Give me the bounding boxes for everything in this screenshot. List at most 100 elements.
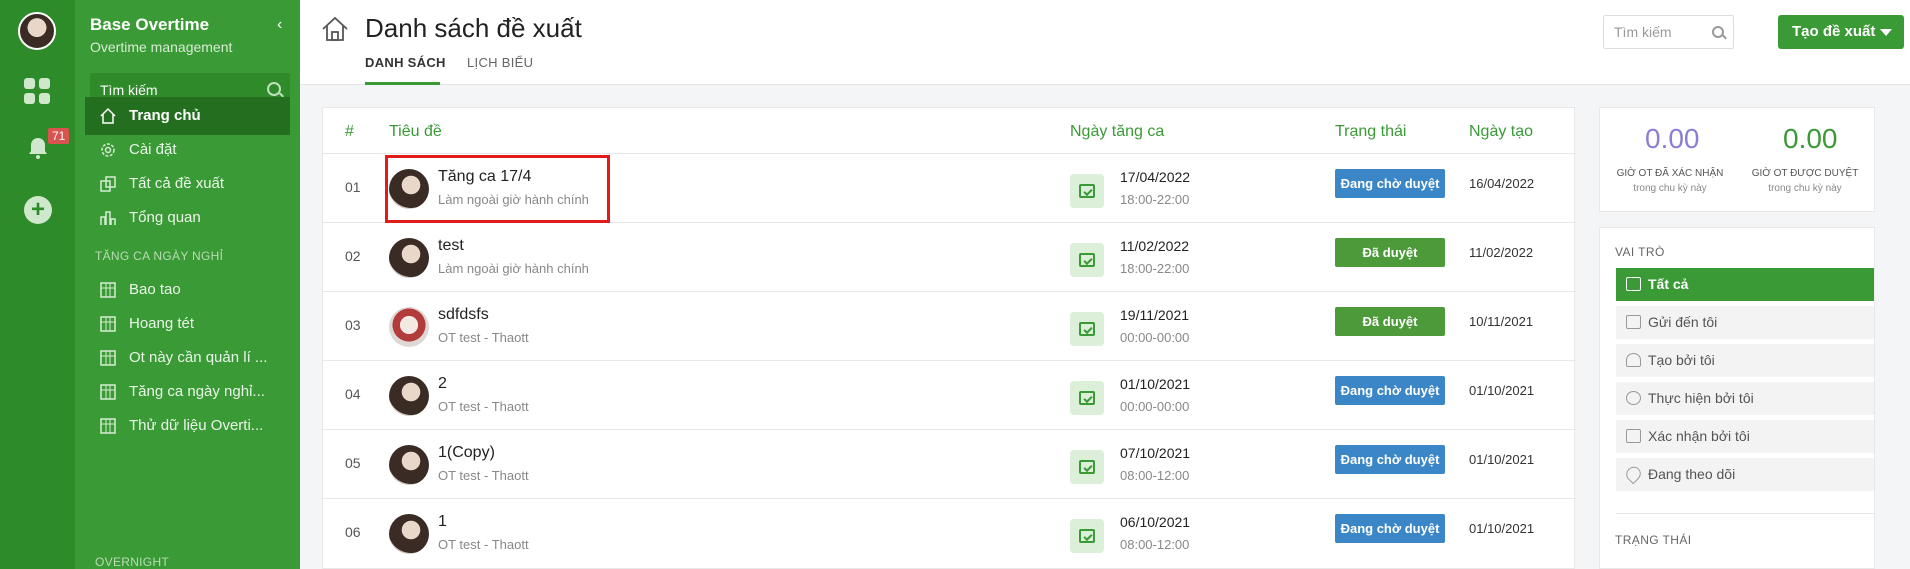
table-row[interactable]: 04 2 OT test - Thaott 01/10/2021 00:00-0…	[323, 360, 1576, 429]
sidebar-item-label: Thử dữ liệu Overti...	[129, 417, 264, 434]
confirmed-hours-value: 0.00	[1645, 123, 1700, 154]
calendar-grid-icon	[100, 316, 116, 332]
row-title[interactable]: 2	[438, 375, 447, 393]
page-title: Danh sách đề xuất	[365, 13, 582, 43]
search-placeholder: Tìm kiếm	[1614, 24, 1672, 40]
avatar	[389, 445, 429, 485]
app-subtitle: Overtime management	[90, 39, 233, 55]
filter-following[interactable]: Đang theo dõi	[1616, 458, 1874, 491]
sidebar-item-group-1[interactable]: Bao tao	[85, 271, 290, 309]
row-title[interactable]: 1	[438, 513, 447, 531]
sidebar-item-group-3[interactable]: Ot này cần quản lí ...	[85, 339, 290, 377]
row-number: 03	[345, 317, 361, 333]
filter-label: Tất cả	[1648, 276, 1689, 292]
ot-date: 17/04/2022	[1120, 169, 1191, 185]
filter-sent-to-me[interactable]: Gửi đến tôi	[1616, 306, 1874, 339]
home-icon[interactable]	[320, 14, 350, 44]
row-number: 01	[345, 179, 361, 195]
calendar-check-icon	[1070, 381, 1104, 415]
sidebar-item-all-proposals[interactable]: Tất cả đề xuất	[85, 165, 290, 203]
sidebar-item-label: Hoang tét	[129, 315, 195, 332]
row-subtitle: OT test - Thaott	[438, 330, 529, 345]
collapse-chevron-icon[interactable]: ‹	[277, 16, 282, 34]
calendar-check-icon	[1070, 519, 1104, 553]
tab-calendar[interactable]: LỊCH BIỂU	[467, 55, 533, 70]
icon-rail: 71 +	[0, 0, 75, 569]
sidebar-item-label: Tất cả đề xuất	[129, 175, 225, 192]
created-date: 16/04/2022	[1469, 176, 1535, 191]
row-number: 06	[345, 524, 361, 540]
filter-panel: VAI TRÒ Tất cả Gửi đến tôi Tạo bởi tôi T…	[1599, 227, 1875, 569]
create-proposal-label: Tạo đề xuất	[1792, 23, 1876, 40]
search-input[interactable]: Tìm kiếm	[1603, 15, 1734, 49]
ot-time: 18:00-22:00	[1120, 192, 1190, 207]
approved-period-label: trong chu kỳ này	[1768, 183, 1842, 194]
role-heading: VAI TRÒ	[1615, 245, 1665, 259]
column-header-created: Ngày tạo	[1469, 123, 1534, 140]
user-avatar[interactable]	[18, 12, 56, 50]
row-number: 02	[345, 248, 361, 264]
filter-all[interactable]: Tất cả	[1616, 268, 1874, 301]
page-header: Danh sách đề xuất DANH SÁCH LỊCH BIỂU Tì…	[300, 0, 1910, 85]
status-heading: TRẠNG THÁI	[1615, 533, 1692, 547]
ot-date: 19/11/2021	[1120, 307, 1190, 323]
status-badge: Đang chờ duyệt	[1335, 376, 1445, 405]
sidebar-item-group-2[interactable]: Hoang tét	[85, 305, 290, 343]
row-number: 04	[345, 386, 361, 402]
filter-label: Xác nhận bởi tôi	[1648, 428, 1750, 444]
sidebar-item-settings[interactable]: Cài đặt	[85, 131, 290, 169]
status-badge: Đã duyệt	[1335, 307, 1445, 336]
table-row[interactable]: 05 1(Copy) OT test - Thaott 07/10/2021 0…	[323, 429, 1576, 498]
table-row[interactable]: 06 1 OT test - Thaott 06/10/2021 08:00-1…	[323, 498, 1576, 567]
row-subtitle: OT test - Thaott	[438, 399, 529, 414]
user-icon	[1626, 353, 1641, 367]
sidebar-item-label: Trang chủ	[129, 107, 201, 124]
tab-list[interactable]: DANH SÁCH	[365, 55, 446, 70]
status-badge: Đã duyệt	[1335, 238, 1445, 267]
table-row[interactable]: 02 test Làm ngoài giờ hành chính 11/02/2…	[323, 222, 1576, 291]
sidebar-item-label: Cài đặt	[129, 141, 177, 158]
row-title[interactable]: sdfdsfs	[438, 306, 489, 324]
calendar-check-icon	[1070, 450, 1104, 484]
created-date: 01/10/2021	[1469, 521, 1535, 536]
sidebar-item-home[interactable]: Trang chủ	[85, 97, 290, 135]
sidebar-item-group-5[interactable]: Thử dữ liệu Overti...	[85, 407, 290, 445]
add-icon[interactable]: +	[24, 196, 52, 224]
row-title[interactable]: 1(Copy)	[438, 444, 495, 462]
column-header-status: Trạng thái	[1335, 123, 1407, 140]
sidebar-item-overview[interactable]: Tổng quan	[85, 199, 290, 237]
sidebar-item-group-4[interactable]: Tăng ca ngày nghỉ...	[85, 373, 290, 411]
table-row[interactable]: 03 sdfdsfs OT test - Thaott 19/11/2021 0…	[323, 291, 1576, 360]
filter-created-by-me[interactable]: Tạo bởi tôi	[1616, 344, 1874, 377]
search-icon	[267, 82, 281, 96]
calendar-check-icon	[1070, 243, 1104, 277]
filter-confirmed-by-me[interactable]: Xác nhận bởi tôi	[1616, 420, 1874, 453]
apps-grid-icon[interactable]	[24, 78, 50, 104]
filter-label: Đang theo dõi	[1648, 466, 1736, 482]
column-header-number: #	[345, 123, 354, 140]
search-icon	[1712, 26, 1724, 38]
sidebar-item-label: Bao tao	[129, 281, 181, 298]
calendar-grid-icon	[100, 418, 116, 434]
divider	[1616, 513, 1874, 514]
row-subtitle: Làm ngoài giờ hành chính	[438, 261, 589, 276]
sidebar-search-label: Tìm kiếm	[100, 82, 158, 98]
ot-date: 01/10/2021	[1120, 376, 1191, 392]
ot-date: 11/02/2022	[1120, 238, 1190, 254]
avatar	[389, 307, 429, 347]
row-number: 05	[345, 455, 361, 471]
column-header-ot-date: Ngày tăng ca	[1070, 123, 1165, 140]
row-title[interactable]: test	[438, 237, 464, 255]
ot-time: 18:00-22:00	[1120, 261, 1190, 276]
bell-icon[interactable]	[26, 136, 50, 160]
status-badge: Đang chờ duyệt	[1335, 169, 1445, 198]
column-header-title: Tiêu đề	[389, 123, 442, 140]
status-badge: Đang chờ duyệt	[1335, 445, 1445, 474]
highlight-box	[385, 155, 610, 223]
filter-performed-by-me[interactable]: Thực hiện bởi tôi	[1616, 382, 1874, 415]
approved-hours-label: GIỜ OT ĐƯỢC DUYỆT	[1751, 168, 1859, 179]
create-proposal-button[interactable]: Tạo đề xuất	[1778, 15, 1904, 49]
sidebar-section-holiday: TĂNG CA NGÀY NGHỈ	[95, 249, 224, 263]
ot-time: 00:00-00:00	[1120, 399, 1190, 414]
user-circle-icon	[1626, 391, 1641, 405]
